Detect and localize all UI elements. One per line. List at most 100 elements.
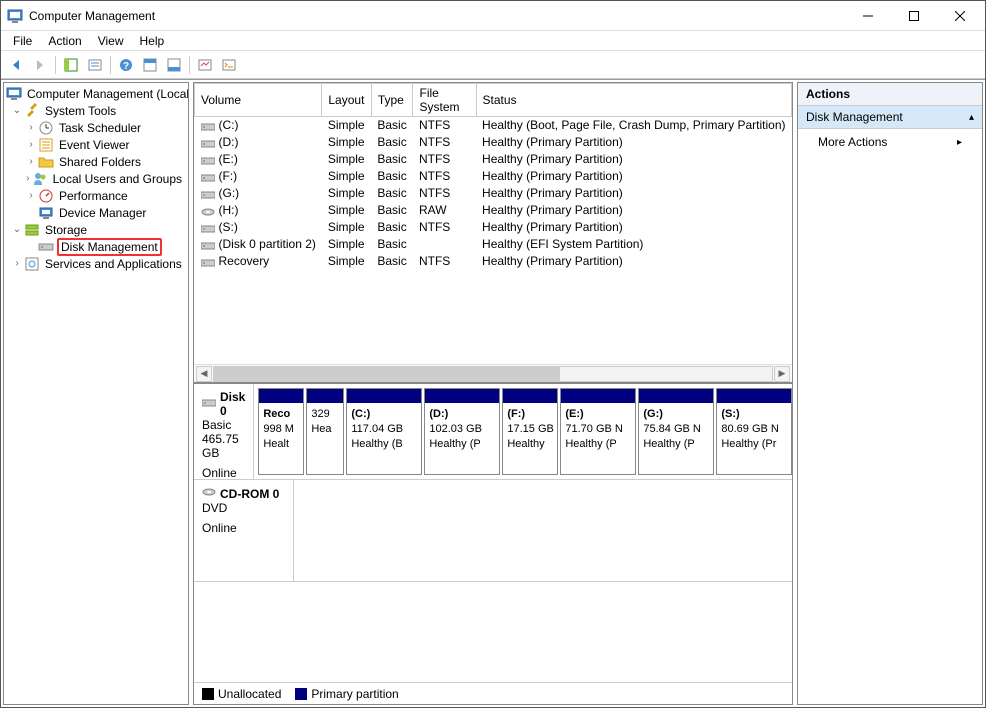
menu-view[interactable]: View xyxy=(90,32,132,50)
tree-performance[interactable]: › Performance xyxy=(4,187,188,204)
actions-subheader[interactable]: Disk Management ▴ xyxy=(798,106,982,129)
close-button[interactable] xyxy=(937,1,983,30)
volume-list[interactable]: Volume Layout Type File System Status (C… xyxy=(194,83,792,364)
disk-mgmt-icon xyxy=(38,239,54,255)
expand-icon[interactable]: › xyxy=(24,122,38,133)
menu-help[interactable]: Help xyxy=(132,32,173,50)
volume-row[interactable]: (F:)SimpleBasicNTFSHealthy (Primary Part… xyxy=(195,168,792,185)
disk-icon xyxy=(202,397,216,412)
partition[interactable]: (G:)75.84 GB NHealthy (P xyxy=(638,388,714,475)
tree-disk-management[interactable]: Disk Management xyxy=(4,238,188,255)
tree-system-tools[interactable]: ⌄ System Tools xyxy=(4,102,188,119)
scroll-track[interactable] xyxy=(213,366,773,382)
volume-row[interactable]: (S:)SimpleBasicNTFSHealthy (Primary Part… xyxy=(195,219,792,236)
drive-icon xyxy=(201,257,215,267)
partition-text: 329Hea xyxy=(307,403,343,441)
menu-file[interactable]: File xyxy=(5,32,40,50)
help-button[interactable]: ? xyxy=(115,54,137,76)
horizontal-scrollbar[interactable]: ◀ ▶ xyxy=(194,364,792,382)
navigation-tree[interactable]: Computer Management (Local) ⌄ System Too… xyxy=(4,83,188,704)
submenu-arrow-icon: ▸ xyxy=(957,137,962,148)
volume-row[interactable]: (Disk 0 partition 2)SimpleBasicHealthy (… xyxy=(195,236,792,253)
menu-action[interactable]: Action xyxy=(40,32,89,50)
tree-task-scheduler[interactable]: › Task Scheduler xyxy=(4,119,188,136)
window-title: Computer Management xyxy=(29,9,845,23)
computer-icon xyxy=(6,86,22,102)
volume-row[interactable]: (H:)SimpleBasicRAWHealthy (Primary Parti… xyxy=(195,202,792,219)
expand-icon[interactable]: › xyxy=(10,258,24,269)
minimize-button[interactable] xyxy=(845,1,891,30)
scroll-right-button[interactable]: ▶ xyxy=(774,366,790,382)
legend-primary: Primary partition xyxy=(295,687,398,701)
actions-more[interactable]: More Actions ▸ xyxy=(798,129,982,155)
volume-row[interactable]: RecoverySimpleBasicNTFSHealthy (Primary … xyxy=(195,253,792,270)
collapse-icon[interactable]: ⌄ xyxy=(10,224,24,235)
partition-bar xyxy=(503,389,557,403)
partition-bar xyxy=(259,389,303,403)
col-layout[interactable]: Layout xyxy=(322,84,371,117)
back-button[interactable] xyxy=(5,54,27,76)
drive-icon xyxy=(201,172,215,182)
partition[interactable]: (S:)80.69 GB NHealthy (Pr xyxy=(716,388,792,475)
settings-button[interactable] xyxy=(194,54,216,76)
properties-button[interactable] xyxy=(84,54,106,76)
col-fs[interactable]: File System xyxy=(413,84,476,117)
partition[interactable]: (F:)17.15 GBHealthy xyxy=(502,388,558,475)
partition-container: Reco998 MHealt329Hea(C:)117.04 GBHealthy… xyxy=(254,384,792,479)
partition-text: (S:)80.69 GB NHealthy (Pr xyxy=(717,403,791,456)
partition-container xyxy=(294,480,792,581)
expand-icon[interactable]: › xyxy=(24,156,38,167)
disk-map[interactable]: Disk 0Basic465.75 GBOnlineReco998 MHealt… xyxy=(194,382,792,682)
partition[interactable]: (C:)117.04 GBHealthy (B xyxy=(346,388,422,475)
tree-storage[interactable]: ⌄ Storage xyxy=(4,221,188,238)
tree-shared-folders[interactable]: › Shared Folders xyxy=(4,153,188,170)
disk-row[interactable]: CD-ROM 0DVDOnline xyxy=(194,480,792,582)
partition-text: (F:)17.15 GBHealthy xyxy=(503,403,557,456)
col-status[interactable]: Status xyxy=(476,84,791,117)
partition[interactable]: 329Hea xyxy=(306,388,344,475)
forward-button[interactable] xyxy=(29,54,51,76)
tree-device-manager[interactable]: Device Manager xyxy=(4,204,188,221)
tree-root[interactable]: Computer Management (Local) xyxy=(4,85,188,102)
disk-info[interactable]: CD-ROM 0DVDOnline xyxy=(194,480,294,581)
partition-text: (E:)71.70 GB NHealthy (P xyxy=(561,403,635,456)
partition[interactable]: Reco998 MHealt xyxy=(258,388,304,475)
view-bottom-button[interactable] xyxy=(163,54,185,76)
performance-icon xyxy=(38,188,54,204)
view-top-button[interactable] xyxy=(139,54,161,76)
svg-text:?: ? xyxy=(123,61,129,72)
partition[interactable]: (D:)102.03 GBHealthy (P xyxy=(424,388,500,475)
services-icon xyxy=(24,256,40,272)
drive-icon xyxy=(201,206,215,216)
show-hide-tree-button[interactable] xyxy=(60,54,82,76)
col-volume[interactable]: Volume xyxy=(195,84,322,117)
tree-local-users[interactable]: › Local Users and Groups xyxy=(4,170,188,187)
toolbar-separator xyxy=(110,56,111,74)
collapse-icon[interactable]: ⌄ xyxy=(10,105,24,116)
volume-row[interactable]: (D:)SimpleBasicNTFSHealthy (Primary Part… xyxy=(195,134,792,151)
expand-icon[interactable]: › xyxy=(24,190,38,201)
tree-event-viewer[interactable]: › Event Viewer xyxy=(4,136,188,153)
partition-bar xyxy=(717,389,791,403)
maximize-button[interactable] xyxy=(891,1,937,30)
partition-text: (D:)102.03 GBHealthy (P xyxy=(425,403,499,456)
col-type[interactable]: Type xyxy=(371,84,413,117)
disk-row[interactable]: Disk 0Basic465.75 GBOnlineReco998 MHealt… xyxy=(194,384,792,480)
partition-text: (G:)75.84 GB NHealthy (P xyxy=(639,403,713,456)
list-button[interactable] xyxy=(218,54,240,76)
partition-text: Reco998 MHealt xyxy=(259,403,303,456)
users-icon xyxy=(32,171,48,187)
volume-row[interactable]: (C:)SimpleBasicNTFSHealthy (Boot, Page F… xyxy=(195,117,792,134)
volume-row[interactable]: (G:)SimpleBasicNTFSHealthy (Primary Part… xyxy=(195,185,792,202)
partition-bar xyxy=(561,389,635,403)
partition[interactable]: (E:)71.70 GB NHealthy (P xyxy=(560,388,636,475)
expand-icon[interactable]: › xyxy=(24,139,38,150)
collapse-arrow-icon[interactable]: ▴ xyxy=(969,112,974,123)
scroll-thumb[interactable] xyxy=(214,367,560,381)
expand-icon[interactable]: › xyxy=(24,173,32,184)
folder-icon xyxy=(38,154,54,170)
disk-info[interactable]: Disk 0Basic465.75 GBOnline xyxy=(194,384,254,479)
volume-row[interactable]: (E:)SimpleBasicNTFSHealthy (Primary Part… xyxy=(195,151,792,168)
scroll-left-button[interactable]: ◀ xyxy=(196,366,212,382)
tree-services[interactable]: › Services and Applications xyxy=(4,255,188,272)
